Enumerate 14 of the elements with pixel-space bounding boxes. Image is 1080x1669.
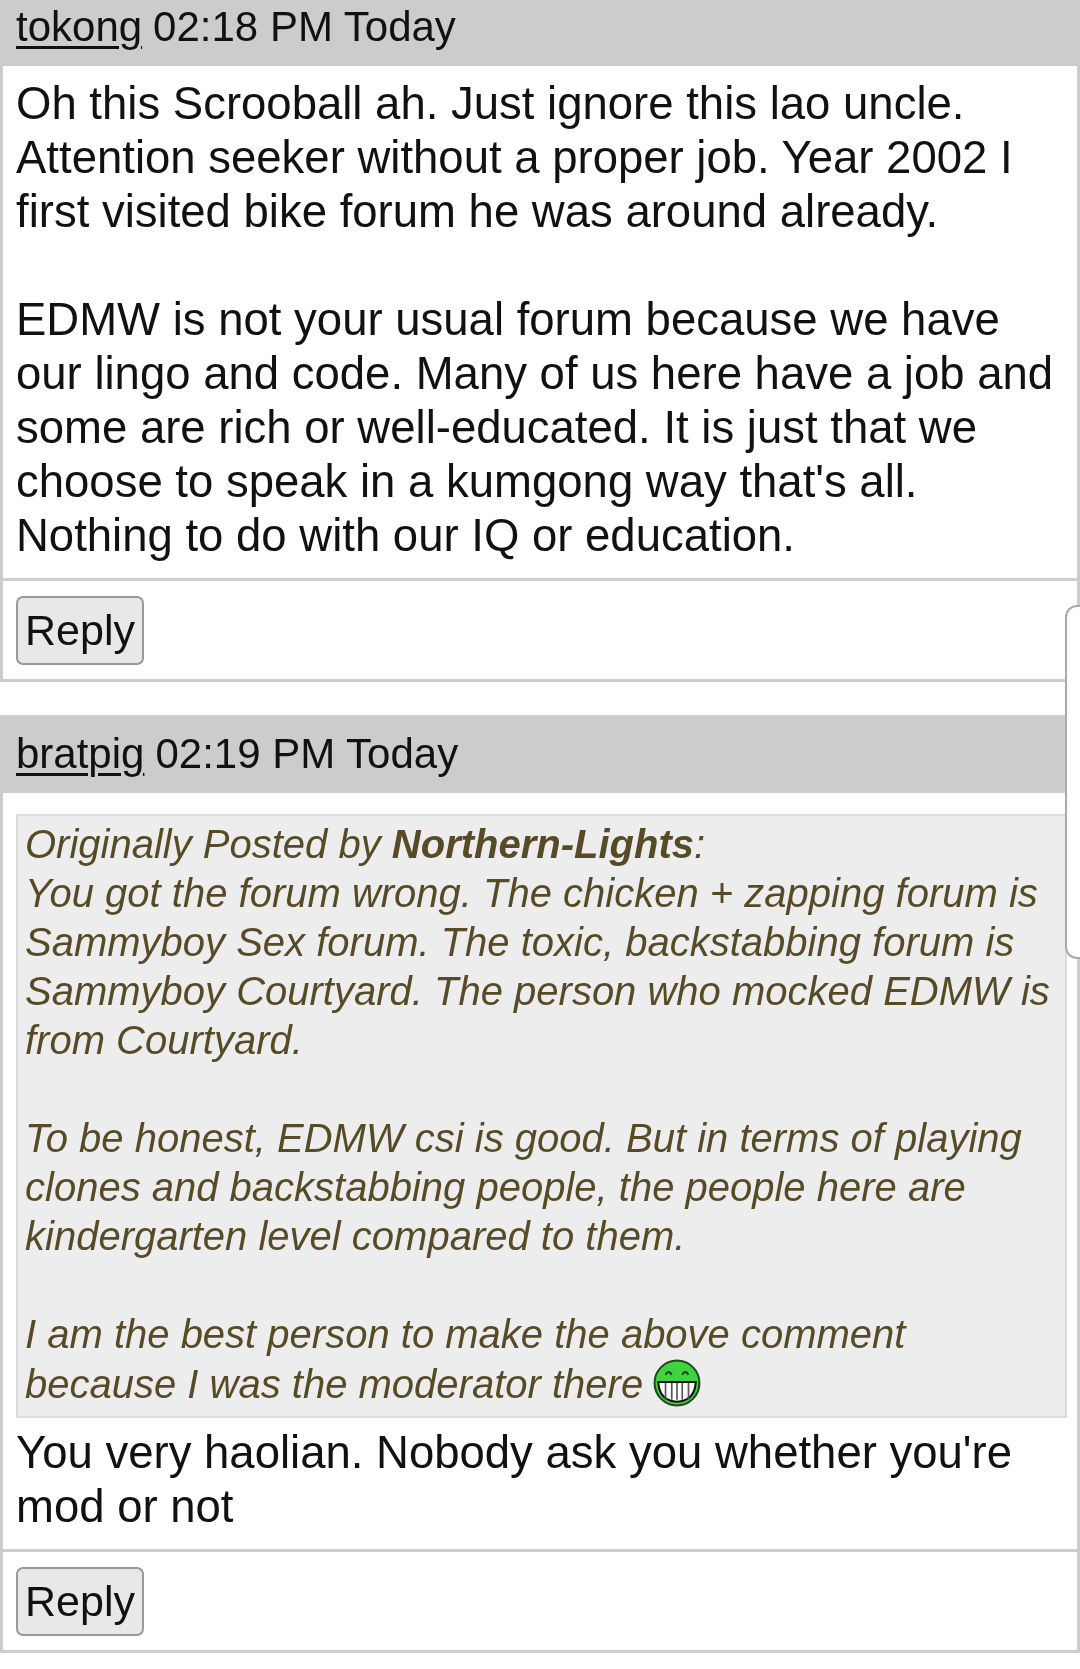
username-link[interactable]: bratpig: [16, 730, 145, 778]
post-time: 02:18 PM Today: [153, 3, 456, 51]
post-text: Oh this Scrooball ah. Just ignore this lao uncle. Attention seeker without a proper job. Year 2002 I first visited bike forum he was around already.: [16, 77, 1014, 239]
reply-button[interactable]: Reply: [16, 596, 144, 665]
quote-text: To be honest, EDMW csi is good. But in terms of playing clones and backstabbing people, the people here are kindergarten level compared to them.: [25, 1115, 1023, 1260]
post-text: EDMW is not your usual forum because we have our lingo and code. Many of us here have a job and some are rich or well-educated. It is just that we choose to speak in a kumgong way that's all. Nothing to do with our IQ or education.: [16, 293, 1055, 563]
quote-attribution: Originally Posted by Northern-Lights:: [25, 821, 707, 868]
username-link[interactable]: tokong: [16, 3, 143, 51]
post-text: You very haolian. Nobody ask you whether you're mod or not: [16, 1426, 1013, 1534]
reply-button[interactable]: Reply: [16, 1567, 144, 1636]
post-time: 02:19 PM Today: [155, 730, 459, 778]
scroll-handle[interactable]: [1065, 605, 1080, 959]
quote-text: You got the forum wrong. The chicken + zapping forum is Sammyboy Sex forum. The toxic, backstabbing forum is Sammyboy Courtyard. The person who mocked EDMW is from Courtyard.: [25, 870, 1051, 1064]
quote-text: I am the best person to make the above comment because I was the moderator there: [25, 1312, 906, 1406]
